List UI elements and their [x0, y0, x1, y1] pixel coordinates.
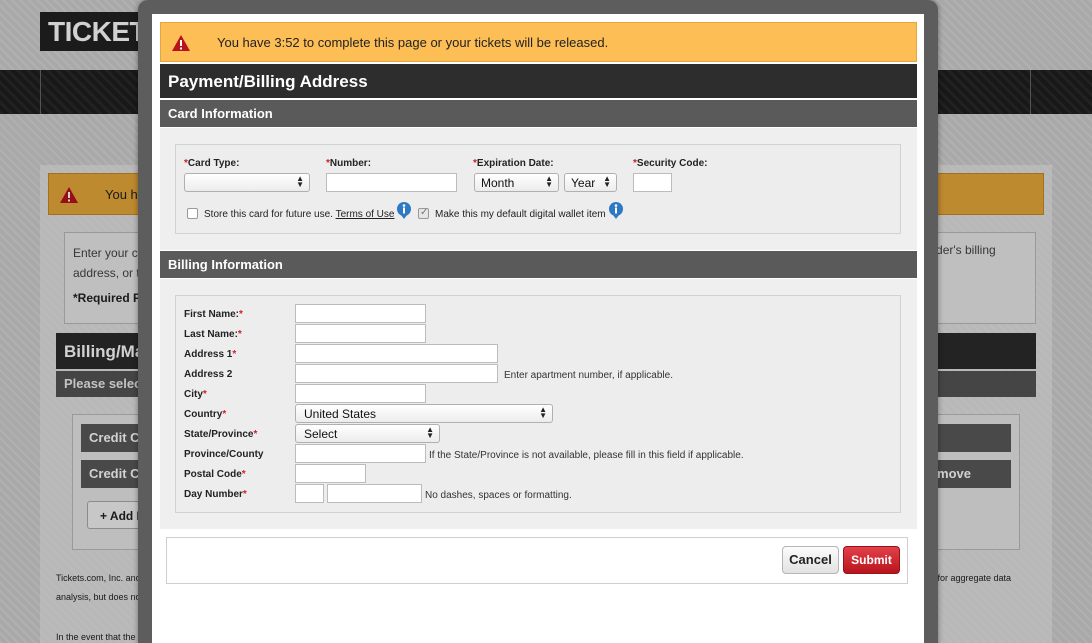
day-number-area-code-input[interactable] [295, 484, 324, 503]
info-icon[interactable] [396, 201, 412, 219]
security-code-label: *Security Code: [633, 158, 708, 169]
select-arrows-icon: ▲ ▼ [426, 425, 434, 440]
address1-input[interactable] [295, 344, 498, 363]
timer-banner: You have 3:52 to complete this page or y… [160, 22, 917, 62]
default-wallet-checkbox[interactable]: ✓ [418, 207, 429, 219]
state-province-label: State/Province* [184, 429, 258, 440]
select-arrows-icon: ▲ ▼ [603, 174, 611, 189]
card-type-select[interactable]: ▲ ▼ [184, 173, 310, 192]
province-county-input[interactable] [295, 444, 426, 463]
cancel-button[interactable]: Cancel [782, 546, 839, 574]
security-code-input[interactable] [633, 173, 672, 192]
terms-of-use-link[interactable]: Terms of Use [336, 209, 395, 220]
modal-title: Payment/Billing Address [160, 64, 917, 98]
expiration-year-select[interactable]: Year ▲ ▼ [564, 173, 617, 192]
billing-information-heading: Billing Information [160, 251, 917, 278]
first-name-label: First Name:* [184, 309, 243, 320]
store-card-checkbox[interactable] [187, 208, 198, 219]
address2-hint: Enter apartment number, if applicable. [504, 370, 673, 381]
select-arrows-icon: ▲ ▼ [545, 174, 553, 189]
timer-text: You have 3:52 to complete this page or y… [217, 35, 609, 50]
card-number-input[interactable] [326, 173, 457, 192]
warning-icon [172, 35, 190, 51]
last-name-label: Last Name:* [184, 329, 242, 340]
day-number-hint: No dashes, spaces or formatting. [425, 490, 572, 501]
info-icon[interactable] [608, 201, 624, 219]
default-wallet-label: Make this my default digital wallet item [435, 209, 606, 220]
checkmark-icon: ✓ [420, 207, 429, 218]
postal-code-label: Postal Code* [184, 469, 246, 480]
city-input[interactable] [295, 384, 426, 403]
card-information-heading: Card Information [160, 100, 917, 127]
state-province-select[interactable]: Select ▲ ▼ [295, 424, 440, 443]
country-select[interactable]: United States ▲ ▼ [295, 404, 553, 423]
address1-label: Address 1* [184, 349, 237, 360]
expiration-month-select[interactable]: Month ▲ ▼ [474, 173, 559, 192]
card-type-label: *Card Type: [184, 158, 240, 169]
province-county-label: Province/County [184, 449, 264, 460]
city-label: City* [184, 389, 207, 400]
select-arrows-icon: ▲ ▼ [539, 405, 547, 420]
store-card-label: Store this card for future use. Terms of… [204, 209, 395, 220]
card-number-label: *Number: [326, 158, 372, 169]
address2-input[interactable] [295, 364, 498, 383]
expiration-date-label: *Expiration Date: [473, 158, 554, 169]
address2-label: Address 2 [184, 369, 233, 380]
submit-button[interactable]: Submit [843, 546, 900, 574]
first-name-input[interactable] [295, 304, 426, 323]
province-county-hint: If the State/Province is not available, … [429, 450, 744, 461]
postal-code-input[interactable] [295, 464, 366, 483]
last-name-input[interactable] [295, 324, 426, 343]
country-label: Country* [184, 409, 227, 420]
day-number-input[interactable] [327, 484, 422, 503]
select-arrows-icon: ▲ ▼ [296, 174, 304, 189]
day-number-label: Day Number* [184, 489, 247, 500]
